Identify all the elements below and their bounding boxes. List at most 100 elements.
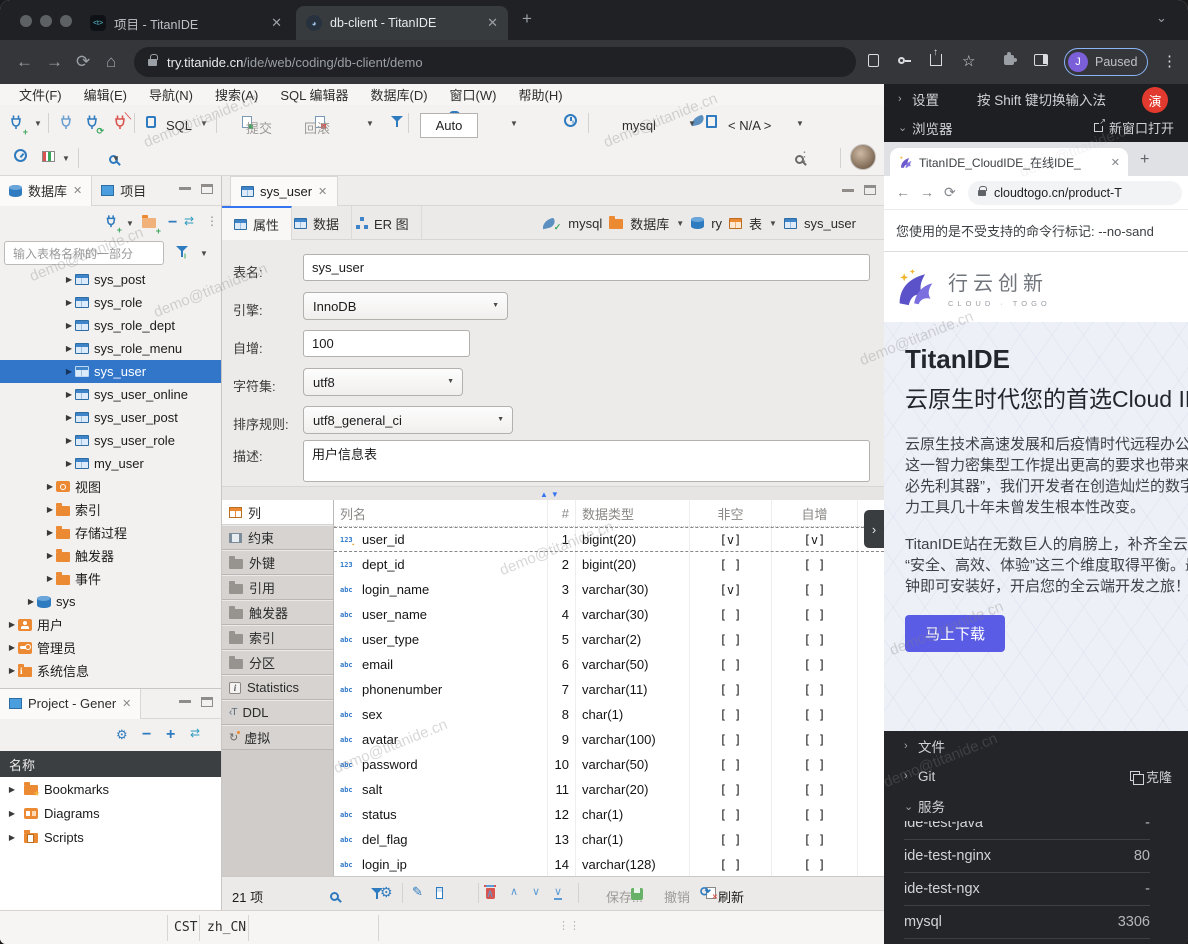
table-row[interactable]: abcphonenumber 7 varchar(11) [ ] [ ] — [334, 677, 884, 702]
schema-dropdown-icon[interactable]: ▼ — [796, 119, 804, 128]
chevron-down-icon[interactable]: ▼ — [676, 219, 684, 228]
tab-projects[interactable]: 项目 — [92, 176, 155, 206]
close-tab-icon[interactable]: ✕ — [1111, 156, 1120, 169]
tree-item[interactable]: ▶ sys_role_menu — [0, 337, 221, 360]
tree-item[interactable]: ▶ sys_user_online — [0, 383, 221, 406]
files-section[interactable]: ›文件 — [884, 731, 1188, 761]
not-null-checkbox[interactable]: [ ] — [720, 733, 742, 747]
search-dropdown-icon[interactable]: ▼ — [112, 154, 120, 163]
move-bottom-icon[interactable]: ∨ — [554, 885, 562, 900]
back-icon[interactable]: ← — [16, 52, 33, 72]
auto-commit-select[interactable]: Auto — [420, 113, 478, 138]
table-row[interactable]: abcpassword 10 varchar(50) [ ] [ ] — [334, 752, 884, 777]
tree-item[interactable]: ▶ 事件 — [0, 567, 221, 590]
expand-arrow-icon[interactable]: ▶ — [6, 620, 18, 629]
new-connection-small-icon[interactable]: + — [104, 214, 118, 233]
description-textarea[interactable]: 用户信息表 — [303, 440, 870, 482]
menu-item[interactable]: 帮助(H) — [507, 85, 573, 104]
tree-item[interactable]: ▶ 视图 — [0, 475, 221, 498]
link-editor-icon[interactable]: ⇄ — [184, 214, 194, 228]
board-dropdown-icon[interactable]: ▼ — [62, 154, 70, 163]
menu-item[interactable]: SQL 编辑器 — [269, 85, 359, 104]
tree-item[interactable]: ▶ sys_role_dept — [0, 314, 221, 337]
schema-select[interactable]: < N/A > — [728, 118, 771, 133]
service-row[interactable]: ide-test-ngx - — [904, 873, 1150, 906]
tree-item[interactable]: ▶ 系统信息 — [0, 659, 221, 682]
expand-arrow-icon[interactable]: ▶ — [6, 809, 18, 818]
minimize-panel-icon[interactable] — [179, 186, 191, 190]
home-icon[interactable]: ⌂ — [106, 52, 116, 72]
not-null-checkbox[interactable]: [ ] — [720, 658, 742, 672]
maximize-editor-icon[interactable] — [864, 185, 876, 195]
expand-arrow-icon[interactable]: ▶ — [63, 298, 75, 307]
collapse-all-icon[interactable]: − — [168, 214, 177, 232]
back-icon[interactable]: ← — [896, 184, 910, 200]
expand-arrow-icon[interactable]: ▶ — [63, 413, 75, 422]
not-null-checkbox[interactable]: [ ] — [720, 558, 742, 572]
disconnect-icon[interactable]: ⟍ — [112, 114, 128, 135]
auto-increment-input[interactable]: 100 — [303, 330, 470, 357]
sql-editor-label[interactable]: SQL — [166, 118, 192, 133]
expand-arrow-icon[interactable]: ▶ — [6, 833, 18, 842]
expand-all-icon[interactable]: + — [166, 726, 175, 744]
not-null-checkbox[interactable]: [ ] — [720, 683, 742, 697]
auto-increment-checkbox[interactable]: [ ] — [804, 608, 826, 622]
browser-tab-projects[interactable]: <t> 项目 - TitanIDE ✕ — [80, 6, 292, 40]
menu-item[interactable]: 编辑(E) — [73, 85, 138, 104]
reload-icon[interactable]: ⟳ — [76, 52, 90, 72]
editor-tab-sys-user[interactable]: sys_user ✕ — [230, 176, 338, 206]
minimize-panel-icon[interactable] — [179, 699, 191, 703]
tree-item[interactable]: ▶ sys — [0, 590, 221, 613]
breadcrumb-database[interactable]: ry — [711, 216, 722, 231]
form-table-splitter[interactable]: ▲▼ — [222, 486, 884, 500]
column-header-cell[interactable]: 列名 — [334, 500, 548, 526]
bookmark-star-icon[interactable]: ☆ — [962, 52, 975, 70]
tab-project-general[interactable]: Project - Gener ✕ — [0, 689, 141, 719]
close-icon[interactable]: ✕ — [122, 697, 131, 710]
install-icon[interactable]: ↑ — [930, 54, 942, 66]
tree-item[interactable]: ▶ sys_post — [0, 268, 221, 291]
user-avatar[interactable] — [850, 144, 876, 170]
expand-arrow-icon[interactable]: ▶ — [63, 275, 75, 284]
grid-settings-gear-icon[interactable]: ⚙ — [380, 884, 393, 901]
expand-arrow-icon[interactable]: ▶ — [44, 574, 56, 583]
browser-section-label[interactable]: 浏览器 — [912, 118, 953, 138]
rollback-label[interactable]: 回滚 — [304, 118, 330, 137]
new-folder-icon[interactable]: + — [142, 215, 156, 233]
column-header-cell[interactable]: 非空 — [690, 500, 772, 526]
preview-address-bar[interactable]: cloudtogo.cn/product-T — [968, 181, 1182, 205]
tree-item[interactable]: ▶ sys_user_post — [0, 406, 221, 429]
undo-button[interactable]: 撤销 — [664, 887, 690, 906]
tab-search-chevron-icon[interactable]: ⌄ — [1156, 10, 1167, 26]
table-row[interactable]: abclogin_name 3 varchar(30) [v] [ ] — [334, 577, 884, 602]
new-connection-icon[interactable]: + — [8, 114, 24, 135]
table-row[interactable]: abcdel_flag 13 char(1) [ ] [ ] — [334, 827, 884, 852]
add-column-icon[interactable] — [436, 887, 443, 899]
table-name-input[interactable]: sys_user — [303, 254, 870, 281]
profile-paused-pill[interactable]: J Paused — [1064, 48, 1148, 76]
column-header-cell[interactable]: # — [548, 500, 576, 526]
collation-select[interactable]: utf8_general_ci — [303, 406, 513, 434]
not-null-checkbox[interactable]: [ ] — [720, 608, 742, 622]
key-icon[interactable] — [898, 55, 910, 67]
expand-arrow-icon[interactable]: ▶ — [44, 528, 56, 537]
tree-item[interactable]: ▶ 触发器 — [0, 544, 221, 567]
close-icon[interactable]: ✕ — [318, 185, 327, 198]
expand-arrow-icon[interactable]: ▶ — [63, 459, 75, 468]
window-controls[interactable] — [20, 14, 80, 32]
move-up-icon[interactable]: ∧ — [510, 885, 518, 898]
menu-item[interactable]: 数据库(D) — [360, 85, 439, 104]
auto-increment-checkbox[interactable]: [ ] — [804, 708, 826, 722]
auto-increment-checkbox[interactable]: [ ] — [804, 683, 826, 697]
git-section[interactable]: ›Git 克隆 — [884, 761, 1188, 791]
expand-arrow-icon[interactable]: ▶ — [6, 643, 18, 652]
tab-databases[interactable]: 数据库 ✕ — [0, 176, 92, 206]
auto-increment-checkbox[interactable]: [v] — [804, 533, 826, 547]
section-nav-item[interactable]: i Statistics — [222, 675, 333, 700]
project-item[interactable]: ▶ Bookmarks — [0, 777, 221, 801]
commit-label[interactable]: 提交 — [246, 118, 272, 137]
minimize-editor-icon[interactable] — [842, 188, 854, 192]
not-null-checkbox[interactable]: [ ] — [720, 633, 742, 647]
table-row[interactable]: abcavatar 9 varchar(100) [ ] [ ] — [334, 727, 884, 752]
table-row[interactable]: abcsex 8 char(1) [ ] [ ] — [334, 702, 884, 727]
